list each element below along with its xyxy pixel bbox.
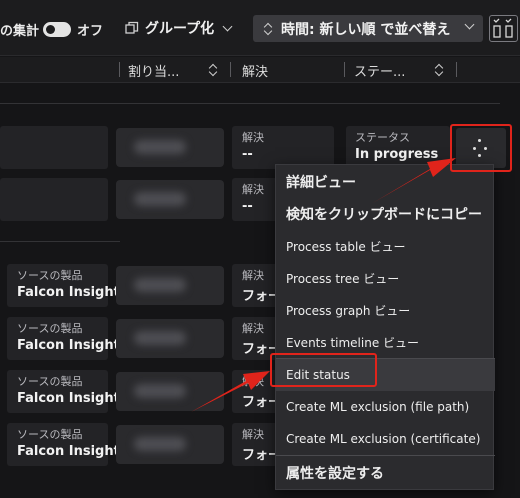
product-cell: ソースの製品 Falcon Insight (7, 264, 120, 307)
product-label: ソースの製品 (17, 269, 83, 282)
resolution-label: 解決 (242, 322, 264, 335)
menu-item-ml-exclusion-cert[interactable]: Create ML exclusion (certificate) (276, 423, 495, 455)
menu-item-copy-detection[interactable]: 検知をクリップボードにコピー (276, 198, 495, 230)
table-row[interactable]: 解決 -- ステータス In progress (0, 126, 500, 169)
column-divider (119, 62, 120, 77)
menu-divider (276, 455, 495, 456)
row-card (0, 126, 108, 169)
product-value: Falcon Insight (17, 285, 120, 300)
group-by-label: グループ化 (145, 21, 215, 37)
menu-item-edit-status[interactable]: Edit status (276, 359, 495, 391)
blurred-value (116, 425, 224, 464)
blurred-value (116, 319, 224, 358)
resolution-value: -- (242, 147, 253, 162)
columns-icon (493, 18, 513, 38)
more-dots-icon (473, 147, 476, 150)
resolution-label: 解決 (242, 428, 264, 441)
more-dots-icon (478, 154, 481, 157)
resolution-label: 解決 (242, 269, 264, 282)
more-dots-icon (478, 139, 481, 142)
product-value: Falcon Insight (17, 391, 120, 406)
status-label: ステータス (355, 131, 410, 144)
group-divider (0, 103, 500, 104)
row-card (0, 178, 108, 221)
blurred-value (116, 180, 224, 219)
menu-item-events-timeline[interactable]: Events timeline ビュー (276, 326, 495, 358)
table-row[interactable]: ソースの製品 Falcon Insight 解決 フォー (0, 370, 300, 413)
sort-select[interactable]: 時間: 新しい順 で並べ替え (253, 15, 483, 42)
column-divider (230, 62, 231, 77)
column-resolution[interactable]: 解決 (242, 61, 268, 80)
product-label: ソースの製品 (17, 375, 83, 388)
status-value: In progress (355, 147, 439, 162)
toolbar: の集計 オフ グループ化 時間: 新しい順 で並べ替え (0, 0, 520, 56)
menu-item-process-table[interactable]: Process table ビュー (276, 230, 495, 262)
product-cell: ソースの製品 Falcon Insight (7, 317, 120, 360)
resolution-label: 解決 (242, 183, 264, 196)
sort-icon[interactable] (434, 63, 444, 77)
chevron-down-icon (464, 19, 475, 30)
aggregate-label: の集計 (0, 24, 40, 39)
column-divider (456, 62, 457, 77)
column-header: 割り当... 解決 ステー... (0, 57, 520, 83)
resolution-value: -- (242, 199, 253, 214)
aggregate-toggle[interactable] (43, 22, 71, 37)
table-row[interactable]: ソースの製品 Falcon Insight 解決 フォー (0, 423, 300, 466)
row-actions-button[interactable] (456, 128, 506, 168)
blurred-value (116, 266, 224, 305)
group-divider (0, 241, 120, 242)
resolution-cell: 解決 -- (232, 126, 334, 169)
table-row[interactable]: ソースの製品 Falcon Insight 解決 フォー (0, 264, 300, 307)
status-cell: ステータス In progress (346, 126, 450, 169)
menu-item-detail-view[interactable]: 詳細ビュー (276, 166, 495, 198)
table-row[interactable]: ソースの製品 Falcon Insight 解決 フォー (0, 317, 300, 360)
blurred-value (116, 128, 224, 167)
group-by-button[interactable]: グループ化 (125, 17, 233, 39)
row-context-menu: 詳細ビュー 検知をクリップボードにコピー Process table ビュー P… (275, 164, 495, 490)
product-label: ソースの製品 (17, 322, 83, 335)
menu-item-process-graph[interactable]: Process graph ビュー (276, 294, 495, 326)
resolution-label: 解決 (242, 375, 264, 388)
sort-label: 時間: 新しい順 で並べ替え (281, 21, 451, 38)
column-status[interactable]: ステー... (354, 61, 405, 80)
product-cell: ソースの製品 Falcon Insight (7, 423, 120, 466)
product-cell: ソースの製品 Falcon Insight (7, 370, 120, 413)
toggle-knob (46, 25, 55, 34)
menu-item-set-attributes[interactable]: 属性を設定する (276, 457, 495, 489)
product-value: Falcon Insight (17, 338, 120, 353)
product-label: ソースの製品 (17, 428, 83, 441)
column-assign[interactable]: 割り当... (128, 61, 179, 80)
resolution-label: 解決 (242, 131, 264, 144)
menu-item-ml-exclusion-path[interactable]: Create ML exclusion (file path) (276, 391, 495, 423)
menu-item-process-tree[interactable]: Process tree ビュー (276, 262, 495, 294)
column-divider (344, 62, 345, 77)
group-icon (125, 21, 139, 34)
more-dots-icon (484, 147, 487, 150)
blurred-value (116, 372, 224, 411)
product-value: Falcon Insight (17, 444, 120, 459)
sort-icon (263, 22, 273, 36)
chevron-down-icon (222, 21, 233, 31)
columns-button[interactable] (489, 15, 518, 42)
toggle-state-label: オフ (77, 24, 104, 39)
sort-icon[interactable] (208, 63, 218, 77)
